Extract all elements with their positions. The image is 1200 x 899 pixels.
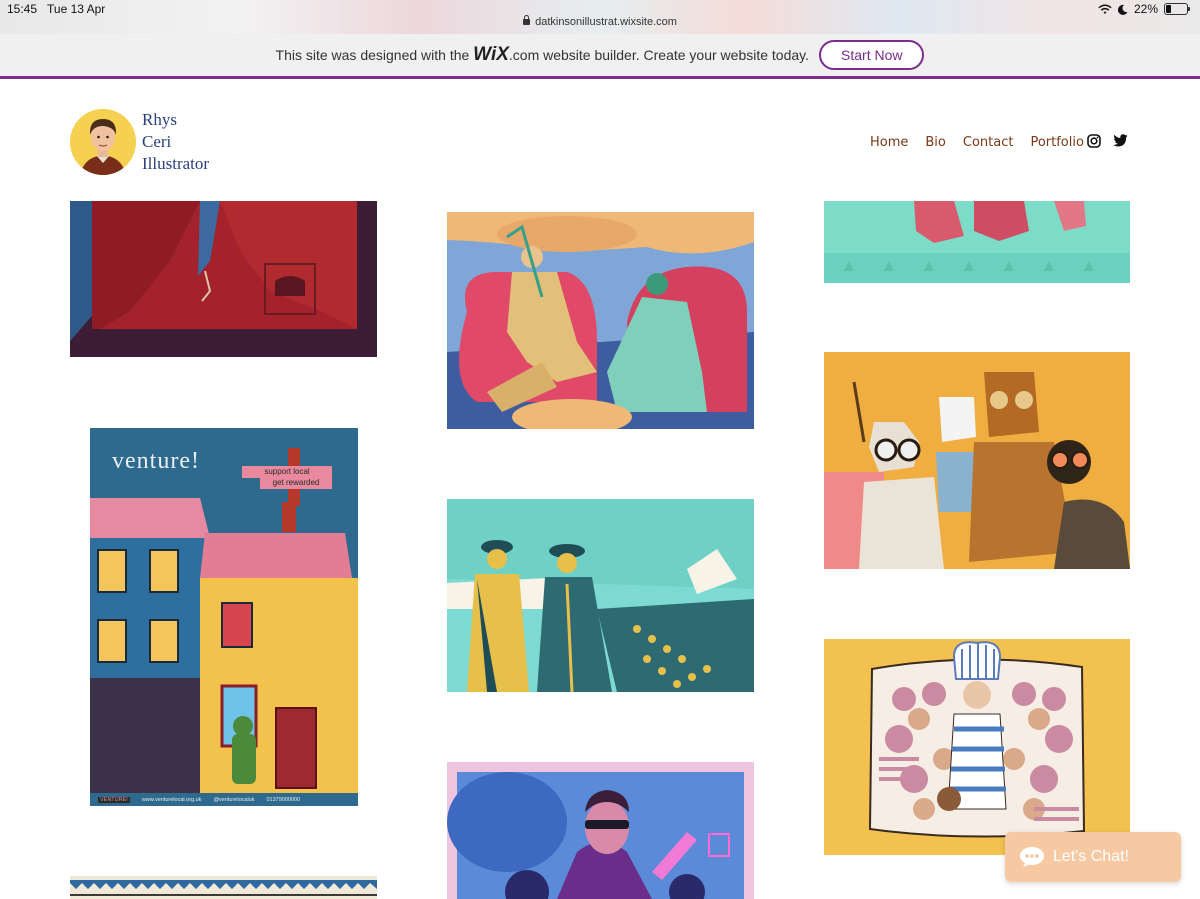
- wix-banner-suffix: .com website builder. Create your websit…: [508, 47, 810, 63]
- status-time: 15:45 Tue 13 Apr: [7, 2, 106, 16]
- nav-home[interactable]: Home: [870, 135, 908, 150]
- avatar[interactable]: [70, 109, 136, 175]
- start-now-button[interactable]: Start Now: [819, 40, 925, 70]
- chat-bubble-icon: [1020, 847, 1044, 867]
- battery-icon: [1164, 3, 1190, 15]
- twitter-icon[interactable]: [1113, 134, 1128, 147]
- artwork-officers[interactable]: [447, 499, 754, 692]
- artwork-red-jacket[interactable]: [70, 201, 377, 357]
- moon-icon: [1117, 4, 1128, 15]
- wifi-icon: [1098, 3, 1112, 14]
- status-indicators: 22%: [1098, 2, 1190, 16]
- battery-percent: 22%: [1133, 2, 1158, 16]
- nav-contact[interactable]: Contact: [963, 135, 1014, 150]
- wix-logo: WiX: [473, 44, 509, 65]
- nav-portfolio[interactable]: Portfolio: [1030, 135, 1083, 150]
- venture-title: venture!: [112, 448, 200, 474]
- main-nav: Home Bio Contact Portfolio: [870, 135, 1084, 150]
- artwork-neon-man[interactable]: [447, 762, 754, 899]
- chat-button[interactable]: Let's Chat!: [1005, 832, 1181, 882]
- artwork-pink-figures[interactable]: [824, 201, 1130, 283]
- artwork-prison-chef[interactable]: [824, 639, 1130, 855]
- address-bar[interactable]: datkinsonillustrat.wixsite.com: [0, 15, 1200, 28]
- wix-banner: This site was designed with the WiX .com …: [0, 34, 1200, 79]
- venture-tag-2: get rewarded: [260, 477, 332, 489]
- artwork-armchair-men[interactable]: [447, 212, 754, 429]
- wix-banner-prefix: This site was designed with the: [275, 47, 470, 63]
- browser-status-bar: 15:45 Tue 13 Apr datkinsonillustrat.wixs…: [0, 0, 1200, 34]
- venture-footer: VENTURE! www.venturelocal.org.uk @ventur…: [98, 797, 301, 803]
- chat-label: Let's Chat!: [1053, 848, 1129, 865]
- artwork-fox-family[interactable]: [824, 352, 1130, 569]
- artwork-venture-poster[interactable]: venture! support local get rewarded VENT…: [90, 428, 358, 806]
- lock-icon: [523, 15, 531, 25]
- url-text: datkinsonillustrat.wixsite.com: [535, 16, 677, 28]
- nav-bio[interactable]: Bio: [925, 135, 945, 150]
- social-links: [1087, 134, 1128, 148]
- site-title[interactable]: Rhys Ceri Illustrator: [142, 109, 209, 175]
- artwork-pattern-strip[interactable]: [70, 876, 377, 899]
- instagram-icon[interactable]: [1087, 134, 1101, 148]
